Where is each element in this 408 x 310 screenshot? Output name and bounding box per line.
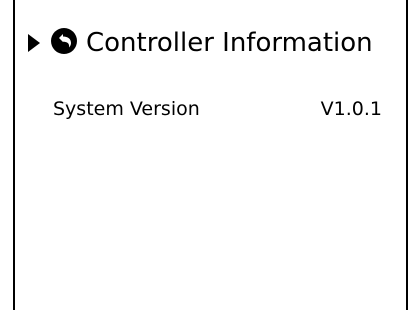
- system-version-label: System Version: [53, 98, 200, 120]
- back-arrow-circle-icon[interactable]: [50, 27, 86, 59]
- page-title: Controller Information: [86, 28, 373, 58]
- triangle-right-icon[interactable]: [28, 34, 40, 52]
- info-row-system-version: System Version V1.0.1: [53, 96, 382, 122]
- system-version-value: V1.0.1: [320, 98, 382, 120]
- panel-header: Controller Information: [28, 27, 373, 59]
- controller-info-panel: Controller Information System Version V1…: [13, 0, 408, 310]
